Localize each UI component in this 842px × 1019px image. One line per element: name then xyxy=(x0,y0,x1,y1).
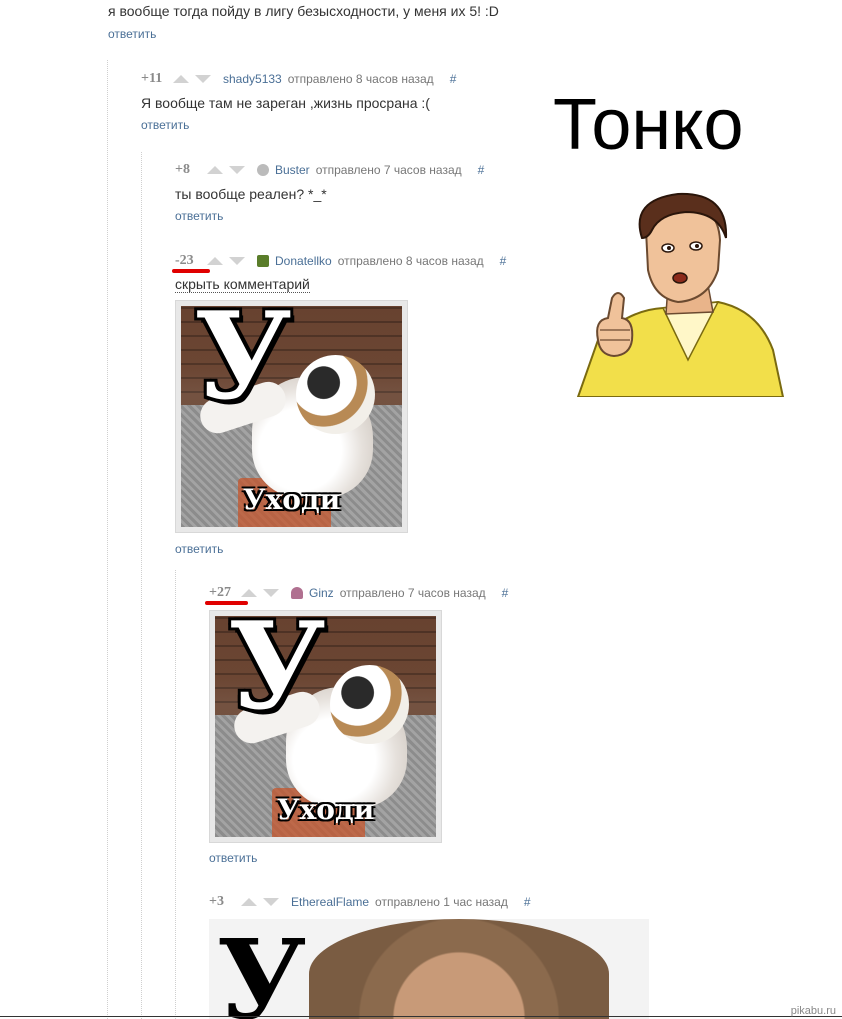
thread-line-2 xyxy=(141,152,142,1019)
comment-meta: +8 Buster отправлено 7 часов назад # xyxy=(175,162,484,178)
comment-meta: -23 Donatellko отправлено 8 часов назад … xyxy=(175,253,506,269)
comment-meta: +27 Ginz отправлено 7 часов назад # xyxy=(209,585,508,601)
comment-time: отправлено 8 часов назад xyxy=(287,72,434,86)
upvote-icon[interactable] xyxy=(207,257,223,265)
comment-time: отправлено 8 часов назад xyxy=(337,254,484,268)
reply-link[interactable]: ответить xyxy=(209,851,257,865)
downvote-icon[interactable] xyxy=(229,257,245,265)
comment-score: +11 xyxy=(141,71,163,86)
meme-image[interactable]: У Уходи xyxy=(209,610,442,843)
score-highlight-underline xyxy=(172,269,210,273)
thread-line-1 xyxy=(107,60,108,1019)
meme-caption: Уходи xyxy=(242,482,341,516)
kitten-head xyxy=(329,664,410,745)
comment-image[interactable]: У xyxy=(209,919,649,1019)
thread-line-3 xyxy=(175,570,176,1019)
thumbs-up-cartoon xyxy=(576,192,785,397)
meme-letter: У xyxy=(228,616,326,738)
meme-caption: Уходи xyxy=(276,792,375,826)
reply-link[interactable]: ответить xyxy=(175,209,223,223)
comment-meta: +3 EtherealFlame отправлено 1 час назад … xyxy=(209,894,531,910)
user-avatar-icon xyxy=(291,587,303,599)
comment-time: отправлено 7 часов назад xyxy=(315,163,462,177)
permalink-hash[interactable]: # xyxy=(450,72,457,86)
comment-score: -23 xyxy=(175,253,194,268)
upvote-icon[interactable] xyxy=(241,589,257,597)
hide-comment-link[interactable]: скрыть комментарий xyxy=(175,276,310,293)
downvote-icon[interactable] xyxy=(195,75,211,83)
user-avatar-icon xyxy=(257,164,269,176)
downvote-icon[interactable] xyxy=(229,166,245,174)
permalink-hash[interactable]: # xyxy=(500,254,507,268)
upvote-icon[interactable] xyxy=(173,75,189,83)
downvote-icon[interactable] xyxy=(263,589,279,597)
meme-letter: У xyxy=(217,919,307,1019)
reply-link[interactable]: ответить xyxy=(108,27,156,41)
comment-text: Я вообще там не зареган ,жизнь просрана … xyxy=(141,95,430,111)
kitten-picture: У Уходи xyxy=(215,616,436,837)
comment-text: ты вообще реален? *_* xyxy=(175,186,327,202)
page-divider xyxy=(0,1016,842,1017)
reply-link[interactable]: ответить xyxy=(141,118,189,132)
meme-image[interactable]: У Уходи xyxy=(175,300,408,533)
username-link[interactable]: Donatellko xyxy=(275,254,332,268)
comment-score: +8 xyxy=(175,162,190,177)
score-highlight-underline xyxy=(205,601,248,605)
comment-time: отправлено 1 час назад xyxy=(375,895,508,909)
reply-link[interactable]: ответить xyxy=(175,542,223,556)
username-link[interactable]: Buster xyxy=(275,163,310,177)
meme-letter: У xyxy=(194,306,292,428)
upvote-icon[interactable] xyxy=(241,898,257,906)
comment-score: +27 xyxy=(209,585,231,600)
downvote-icon[interactable] xyxy=(263,898,279,906)
overlay-caption: Тонко xyxy=(553,85,744,165)
user-avatar-icon xyxy=(257,255,269,267)
permalink-hash[interactable]: # xyxy=(524,895,531,909)
permalink-hash[interactable]: # xyxy=(502,586,509,600)
kitten-head xyxy=(295,354,376,435)
username-link[interactable]: Ginz xyxy=(309,586,334,600)
username-link[interactable]: shady5133 xyxy=(223,72,282,86)
comment-meta: +11 shady5133 отправлено 8 часов назад # xyxy=(141,71,456,87)
site-watermark: pikabu.ru xyxy=(790,1005,836,1017)
comment-text: я вообще тогда пойду в лигу безысходност… xyxy=(108,3,499,19)
comment-time: отправлено 7 часов назад xyxy=(339,586,486,600)
upvote-icon[interactable] xyxy=(207,166,223,174)
comment-score: +3 xyxy=(209,894,224,909)
kitten-picture: У Уходи xyxy=(181,306,402,527)
username-link[interactable]: EtherealFlame xyxy=(291,895,369,909)
person-head xyxy=(309,919,609,1019)
permalink-hash[interactable]: # xyxy=(478,163,485,177)
